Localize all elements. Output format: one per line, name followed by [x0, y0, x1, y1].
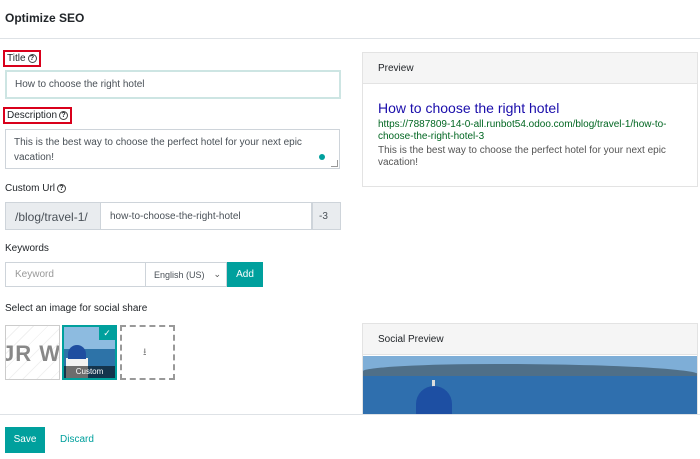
dialog-footer: Save Discard — [0, 414, 700, 459]
title-label: Title ? — [3, 50, 41, 67]
preview-card: Preview How to choose the right hotel ht… — [362, 52, 698, 187]
logo-image-option[interactable]: JR W — [5, 325, 60, 380]
social-preview-image — [363, 356, 697, 422]
preview-title: How to choose the right hotel — [378, 100, 560, 116]
logo-text: JR W — [5, 341, 60, 366]
discard-button[interactable]: Discard — [60, 434, 94, 445]
resize-handle-icon[interactable] — [331, 160, 338, 167]
description-text: This is the best way to choose the perfe… — [14, 137, 302, 163]
preview-url: https://7887809-14-0-all.runbot54.odoo.c… — [378, 119, 667, 142]
social-preview-card: Social Preview — [362, 323, 698, 423]
custom-url-label: Custom Url ? — [5, 183, 67, 194]
upload-icon: ⭳ — [143, 347, 147, 358]
language-select-value: English (US) — [154, 270, 205, 280]
help-icon[interactable]: ? — [27, 54, 37, 63]
add-keyword-button[interactable]: Add — [227, 262, 263, 287]
description-textarea[interactable]: This is the best way to choose the perfe… — [5, 129, 340, 169]
url-suffix: -3 — [312, 202, 341, 230]
keywords-label: Keywords — [5, 243, 49, 254]
url-prefix: /blog/travel-1/ — [5, 202, 101, 230]
language-select[interactable]: English (US) ⌄ — [146, 262, 227, 287]
description-label-text: Description — [7, 110, 58, 121]
preview-description: This is the best way to choose the perfe… — [378, 145, 666, 168]
help-icon[interactable]: ? — [57, 184, 67, 193]
upload-image-button[interactable]: ⭳ — [120, 325, 175, 380]
status-dot-icon — [319, 154, 325, 160]
custom-image-option[interactable]: ✓ Custom — [62, 325, 117, 380]
keyword-input[interactable]: Keyword — [5, 262, 146, 287]
social-image-label: Select an image for social share — [5, 303, 148, 314]
check-icon: ✓ — [99, 327, 115, 340]
custom-caption: Custom — [64, 366, 115, 378]
save-button[interactable]: Save — [5, 427, 45, 453]
custom-url-label-text: Custom Url — [5, 183, 56, 194]
description-label: Description ? — [3, 107, 73, 124]
dialog-header: Optimize SEO — [0, 0, 700, 39]
social-preview-heading: Social Preview — [363, 324, 697, 355]
dialog-title: Optimize SEO — [5, 11, 85, 25]
preview-heading: Preview — [363, 53, 697, 84]
help-icon[interactable]: ? — [59, 111, 69, 120]
title-input[interactable]: How to choose the right hotel — [5, 70, 341, 99]
title-label-text: Title — [7, 53, 26, 64]
url-slug-input[interactable]: how-to-choose-the-right-hotel — [101, 202, 312, 230]
chevron-down-icon: ⌄ — [213, 269, 221, 279]
